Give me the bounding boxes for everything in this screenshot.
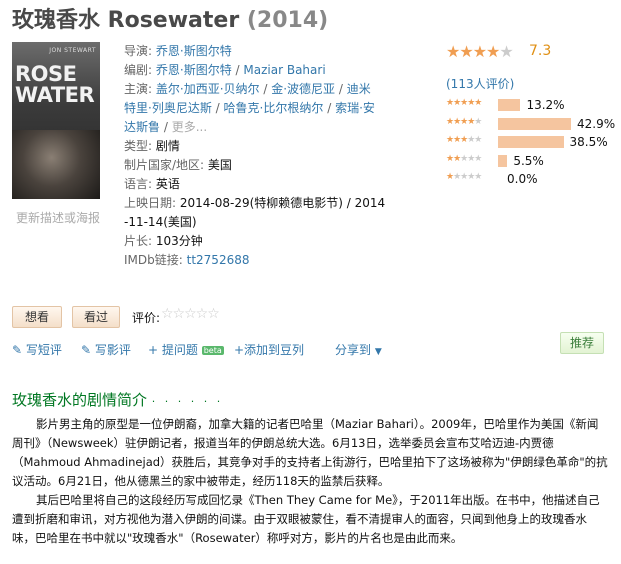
- chevron-down-icon: ▼: [374, 347, 382, 357]
- ask-question-link[interactable]: + 提问题 beta: [148, 341, 224, 358]
- cast-link[interactable]: 特里·列奥尼达斯: [124, 101, 212, 115]
- rate-label: 评价:: [132, 311, 161, 325]
- writer-link[interactable]: Maziar Bahari: [243, 63, 325, 77]
- director-label: 导演:: [124, 44, 153, 58]
- rating-bar-row: ★★★★★ 38.5%: [446, 134, 616, 150]
- write-review-link[interactable]: ✎ 写影评: [81, 341, 131, 358]
- star-group-icon: ★★★★★: [446, 135, 482, 145]
- rating-bar-row: ★★★★★ 42.9%: [446, 116, 616, 132]
- add-to-list-link[interactable]: +添加到豆列: [234, 341, 304, 358]
- cast-link[interactable]: 金·波德尼亚: [271, 82, 335, 96]
- add-to-list-label: +添加到豆列: [234, 343, 305, 357]
- poster-title-text: ROSE WATER: [15, 62, 95, 107]
- rate-stars-input[interactable]: ☆☆☆☆☆: [161, 306, 220, 322]
- runtime-value: 103分钟: [155, 234, 203, 248]
- summary-title: 玫瑰香水的剧情简介: [12, 391, 148, 409]
- poster-director-text: JON STEWART: [49, 47, 96, 54]
- rating-score: 7.3: [529, 43, 552, 59]
- imdb-label: IMDb链接:: [124, 253, 183, 267]
- cast-link[interactable]: 盖尔·加西亚·贝纳尔: [156, 82, 260, 96]
- rating-bar: [498, 136, 564, 148]
- genre-value: 剧情: [155, 139, 180, 153]
- release-value-cont: -11-14(美国): [124, 215, 197, 229]
- summary-paragraph: 其后巴哈里将自己的这段经历写成回忆录《Then They Came for Me…: [12, 493, 600, 545]
- watched-button[interactable]: 看过: [72, 306, 120, 328]
- share-dropdown[interactable]: 分享到 ▼: [335, 341, 382, 358]
- ask-question-label: + 提问题: [148, 343, 198, 357]
- genre-label: 类型:: [124, 139, 153, 153]
- rating-bar-row: ★★★★★ 13.2%: [446, 97, 616, 113]
- movie-info: 导演: 乔恩·斯图尔特 编剧: 乔恩·斯图尔特 / Maziar Bahari …: [124, 44, 386, 267]
- movie-year: (2014): [246, 8, 329, 33]
- poster-photo: [12, 130, 100, 199]
- rating-percent: 0.0%: [507, 172, 538, 186]
- cast-link[interactable]: 达斯鲁: [124, 120, 160, 134]
- rating-bar: [498, 117, 571, 130]
- writer-label: 编剧:: [124, 63, 153, 77]
- rating-bar: [498, 99, 521, 111]
- summary-body: 影片男主角的原型是一位伊朗裔，加拿大籍的记者巴哈里（Maziar Bahari）…: [12, 415, 609, 548]
- write-comment-link[interactable]: ✎ 写短评: [12, 341, 62, 358]
- write-comment-label: 写短评: [25, 343, 62, 357]
- movie-poster[interactable]: JON STEWART ROSE WATER: [12, 42, 100, 199]
- share-label: 分享到: [335, 343, 372, 357]
- imdb-link[interactable]: tt2752688: [187, 253, 250, 267]
- rating-percent: 38.5%: [569, 135, 608, 149]
- update-poster-link[interactable]: 更新描述或海报: [16, 209, 100, 226]
- rating-stars: ★★★★★: [446, 42, 514, 61]
- write-review-label: 写影评: [94, 343, 131, 357]
- summary-paragraph: 影片男主角的原型是一位伊朗裔，加拿大籍的记者巴哈里（Maziar Bahari）…: [12, 417, 608, 488]
- rating-percent: 5.5%: [513, 153, 544, 168]
- release-label: 上映日期:: [124, 196, 177, 210]
- more-cast-link[interactable]: 更多...: [172, 120, 207, 134]
- summary-dots: · · · · · ·: [151, 395, 224, 408]
- rating-bar: [498, 154, 508, 167]
- star-group-icon: ★★★★★: [446, 98, 482, 108]
- edit-icon: ✎: [81, 343, 95, 357]
- release-value: 2014-08-29(特柳赖德电影节) / 2014: [179, 196, 386, 210]
- want-to-watch-button[interactable]: 想看: [12, 306, 62, 328]
- rating-bar-row: ★★★★★ 0.0%: [446, 171, 616, 187]
- rating-bar-row: ★★★★★ 5.5%: [446, 153, 616, 169]
- star-group-icon: ★★★★★: [446, 172, 482, 182]
- cast-link[interactable]: 哈鲁克·比尔根纳尔: [224, 101, 324, 115]
- comment-icon: ✎: [12, 343, 26, 357]
- page-title: 玫瑰香水 Rosewater (2014): [12, 2, 328, 34]
- cast-label: 主演:: [124, 82, 153, 96]
- country-value: 美国: [207, 158, 232, 172]
- runtime-label: 片长:: [124, 234, 153, 248]
- language-label: 语言:: [124, 177, 153, 191]
- cast-link[interactable]: 迪米: [347, 82, 371, 96]
- movie-title: 玫瑰香水 Rosewater: [12, 8, 240, 33]
- director-link[interactable]: 乔恩·斯图尔特: [156, 44, 232, 58]
- votes-link[interactable]: (113人评价): [446, 75, 514, 92]
- star-group-icon: ★★★★★: [446, 153, 482, 164]
- language-value: 英语: [155, 177, 180, 191]
- writer-link[interactable]: 乔恩·斯图尔特: [156, 63, 232, 77]
- summary-heading: 玫瑰香水的剧情简介 · · · · · ·: [12, 389, 223, 410]
- beta-badge: beta: [201, 346, 224, 355]
- recommend-button[interactable]: 推荐: [560, 332, 604, 354]
- cast-link[interactable]: 索瑞·安: [335, 101, 375, 115]
- rating-percent: 42.9%: [577, 116, 616, 131]
- rating-percent: 13.2%: [526, 98, 565, 112]
- star-group-icon: ★★★★★: [446, 116, 482, 127]
- country-label: 制片国家/地区:: [124, 158, 205, 172]
